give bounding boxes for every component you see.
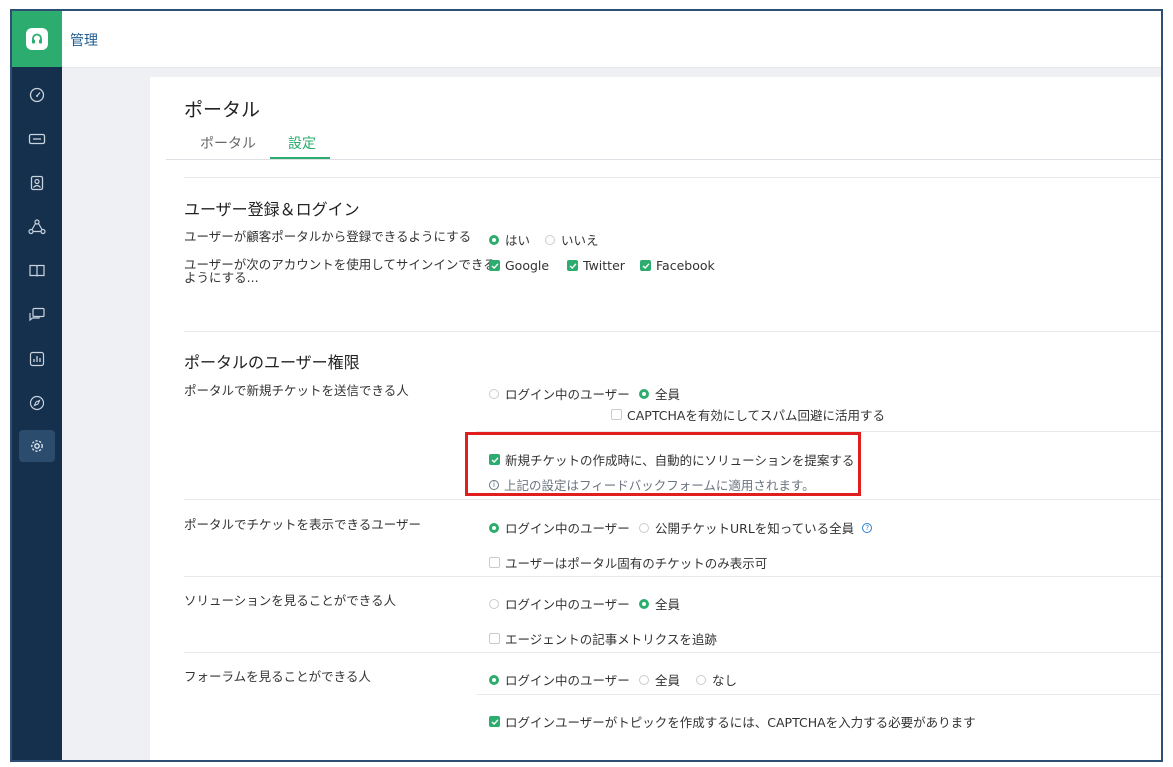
radio-selected[interactable] — [639, 388, 649, 399]
radio-selected[interactable] — [489, 522, 499, 533]
option-label: エージェントの記事メトリクスを追跡 — [505, 632, 717, 647]
option-label: ログイン中のユーザー — [505, 387, 630, 402]
radio-unselected[interactable] — [489, 598, 499, 609]
checkbox-checked[interactable] — [640, 260, 651, 271]
compass-icon[interactable] — [19, 387, 55, 419]
signup-no-radio[interactable]: いいえ — [545, 230, 599, 249]
option-label: Google — [505, 258, 550, 273]
tab-settings[interactable]: 設定 — [288, 133, 316, 153]
headset-icon — [26, 28, 48, 50]
option-label: なし — [712, 673, 738, 688]
signup-label: ユーザーが顧客ポータルから登録できるようにする — [184, 229, 472, 244]
option-label: Twitter — [583, 258, 625, 273]
forum-captcha-checkbox[interactable]: ログインユーザーがトピックを作成するには、CAPTCHAを入力する必要があります — [489, 712, 976, 731]
checkbox-unchecked[interactable] — [489, 557, 500, 568]
radio-selected[interactable] — [489, 234, 499, 245]
settings-panel: ポータル ポータル 設定 ユーザー登録＆ログイン ユーザーが顧客ポータルから登録… — [150, 77, 1161, 760]
contact-icon[interactable] — [19, 167, 55, 199]
forums-label: フォーラムを見ることができる人 — [184, 669, 371, 684]
option-label: ログインユーザーがトピックを作成するには、CAPTCHAを入力する必要があります — [505, 715, 976, 730]
divider — [184, 331, 1161, 332]
radio-unselected[interactable] — [696, 674, 706, 685]
registration-section-title: ユーザー登録＆ログイン — [184, 200, 360, 219]
logo[interactable] — [12, 11, 62, 67]
signin-label-line2: ようにする... — [184, 270, 259, 285]
new-ticket-label: ポータルで新規チケットを送信できる人 — [184, 383, 409, 398]
new-ticket-loggedin-radio[interactable]: ログイン中のユーザー — [489, 384, 630, 403]
active-tab-indicator — [270, 157, 330, 159]
solutions-loggedin-radio[interactable]: ログイン中のユーザー — [489, 594, 630, 613]
solutions-everyone-radio[interactable]: 全員 — [639, 594, 680, 613]
signup-yes-radio[interactable]: はい — [489, 230, 530, 249]
article-metrics-checkbox[interactable]: エージェントの記事メトリクスを追跡 — [489, 629, 717, 648]
view-tickets-loggedin-radio[interactable]: ログイン中のユーザー — [489, 518, 630, 537]
ticket-icon[interactable] — [19, 123, 55, 155]
option-label: ログイン中のユーザー — [505, 521, 630, 536]
forums-none-radio[interactable]: なし — [696, 670, 737, 689]
checkbox-checked[interactable] — [567, 260, 578, 271]
admin-breadcrumb[interactable]: 管理 — [70, 30, 98, 50]
divider — [476, 694, 1161, 695]
option-label: Facebook — [656, 258, 715, 273]
radio-selected[interactable] — [489, 674, 499, 685]
solutions-label: ソリューションを見ることができる人 — [184, 593, 397, 608]
portal-only-tickets-checkbox[interactable]: ユーザーはポータル固有のチケットのみ表示可 — [489, 553, 767, 572]
radio-unselected[interactable] — [489, 388, 499, 399]
divider — [184, 177, 1161, 178]
divider — [184, 652, 1161, 653]
option-label: ログイン中のユーザー — [505, 597, 630, 612]
option-label: ログイン中のユーザー — [505, 673, 630, 688]
option-label: 全員 — [655, 597, 681, 612]
tab-divider — [166, 159, 1161, 160]
forums-everyone-radio[interactable]: 全員 — [639, 670, 680, 689]
tab-portal[interactable]: ポータル — [200, 133, 256, 153]
help-icon[interactable]: ? — [862, 522, 873, 533]
radio-selected[interactable] — [639, 598, 649, 609]
twitter-checkbox[interactable]: Twitter — [567, 258, 625, 273]
captcha-checkbox[interactable]: CAPTCHAを有効にしてスパム回避に活用する — [611, 405, 885, 424]
option-label: はい — [505, 233, 531, 248]
divider — [184, 576, 1161, 577]
gear-icon[interactable] — [19, 430, 55, 462]
new-ticket-everyone-radio[interactable]: 全員 — [639, 384, 680, 403]
option-label: いいえ — [561, 233, 599, 248]
chat-icon[interactable] — [19, 299, 55, 331]
option-label: 全員 — [655, 673, 681, 688]
book-icon[interactable] — [19, 255, 55, 287]
checkbox-checked[interactable] — [489, 716, 500, 727]
permissions-section-title: ポータルのユーザー権限 — [184, 353, 360, 372]
checkbox-unchecked[interactable] — [611, 409, 622, 420]
view-tickets-label: ポータルでチケットを表示できるユーザー — [184, 517, 422, 532]
network-icon[interactable] — [19, 211, 55, 243]
sidebar — [12, 11, 62, 760]
option-label: 全員 — [655, 387, 681, 402]
page-title: ポータル — [184, 99, 261, 121]
highlight-box — [465, 432, 861, 496]
topbar: 管理 — [62, 11, 1161, 68]
speedometer-icon[interactable] — [19, 79, 55, 111]
checkbox-unchecked[interactable] — [489, 633, 500, 644]
forums-loggedin-radio[interactable]: ログイン中のユーザー — [489, 670, 630, 689]
option-label: ユーザーはポータル固有のチケットのみ表示可 — [505, 556, 768, 571]
radio-unselected[interactable] — [639, 674, 649, 685]
signin-label: ユーザーが次のアカウントを使用してサインインできる ようにする... — [184, 258, 496, 284]
view-tickets-public-url-radio[interactable]: 公開チケットURLを知っている全員 ? — [639, 518, 873, 537]
report-icon[interactable] — [19, 343, 55, 375]
checkbox-checked[interactable] — [489, 260, 500, 271]
facebook-checkbox[interactable]: Facebook — [640, 258, 715, 273]
option-label: 公開チケットURLを知っている全員 — [655, 521, 855, 536]
option-label: CAPTCHAを有効にしてスパム回避に活用する — [627, 408, 886, 423]
app-window: 管理 ポータル ポータル 設定 ユーザー登録＆ログイン ユーザーが顧客ポータルか… — [10, 9, 1163, 762]
radio-unselected[interactable] — [639, 522, 649, 533]
divider — [184, 499, 1161, 500]
google-checkbox[interactable]: Google — [489, 258, 549, 273]
radio-unselected[interactable] — [545, 234, 555, 245]
